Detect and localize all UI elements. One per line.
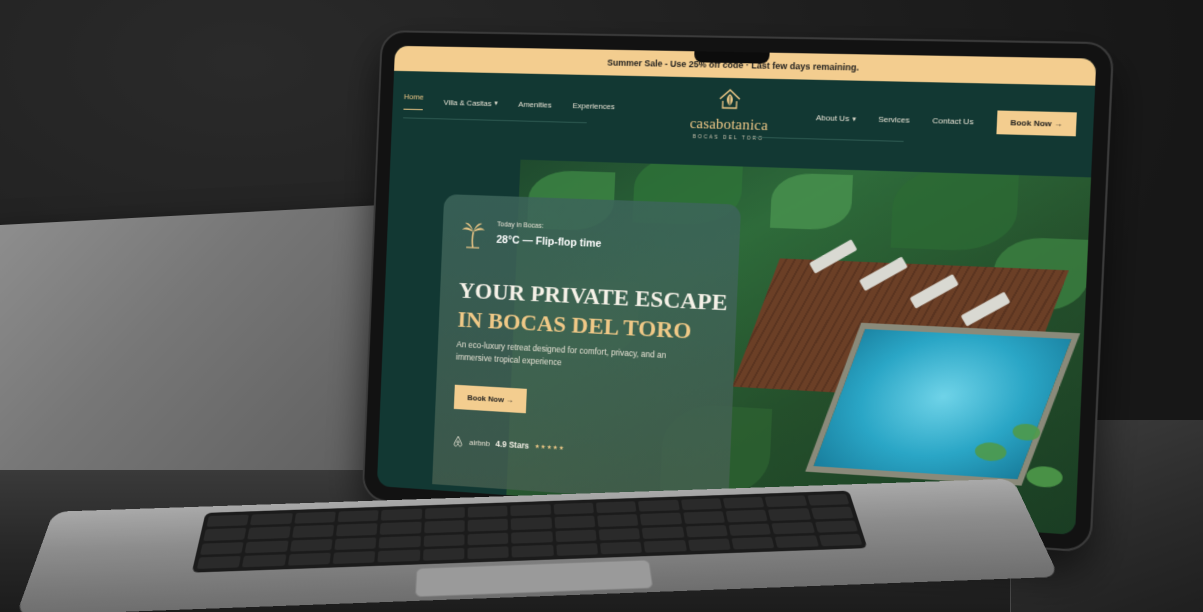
airbnb-icon <box>452 435 464 447</box>
nav-label: Services <box>878 114 910 125</box>
laptop-screen: Summer Sale - Use 25% off code · Last fe… <box>376 45 1097 535</box>
nav-divider <box>403 117 587 124</box>
laptop-lid: Summer Sale - Use 25% off code · Last fe… <box>361 30 1115 553</box>
nav-label: Experiences <box>572 100 615 111</box>
nav-label: Villa & Casitas <box>443 97 492 108</box>
hero-headline: YOUR PRIVATE ESCAPE IN BOCAS DEL TORO <box>457 276 728 348</box>
nav-item-villa-casitas[interactable]: Villa & Casitas ▾ <box>443 93 498 112</box>
nav-item-about-us[interactable]: About Us ▾ <box>816 113 856 123</box>
rating-value: 4.9 Stars <box>495 438 530 451</box>
house-leaf-icon <box>718 88 743 111</box>
palm-tree-icon <box>462 222 485 250</box>
site-logo[interactable]: casabotanica BOCAS DEL TORO <box>669 87 790 143</box>
rating-stars: ★★★★★ <box>534 443 565 452</box>
nav-label: Amenities <box>518 99 552 110</box>
nav-item-contact-us[interactable]: Contact Us <box>932 116 974 126</box>
nav-item-amenities[interactable]: Amenities <box>518 95 552 113</box>
hero-glass-card: Today in Bocas: 28°C — Flip-flop time YO… <box>432 194 742 505</box>
nav-item-experiences[interactable]: Experiences <box>572 96 615 115</box>
weather-label: Today in Bocas: <box>496 221 544 230</box>
keyboard <box>191 490 868 573</box>
nav-item-home[interactable]: Home <box>403 92 424 111</box>
chevron-down-icon: ▾ <box>852 115 856 123</box>
nav-right: About Us ▾ Services Contact Us Book Now … <box>815 106 1077 137</box>
trackpad <box>414 559 654 598</box>
logo-name: casabotanica <box>689 116 769 135</box>
camera-notch <box>693 50 770 64</box>
nav-label: Contact Us <box>932 116 974 127</box>
nav-left: Home Villa & Casitas ▾ Amenities Experie… <box>403 92 615 115</box>
book-now-button-header[interactable]: Book Now → <box>996 110 1077 137</box>
weather-widget: Today in Bocas: 28°C — Flip-flop time <box>461 220 603 255</box>
nav-label: Home <box>403 92 424 102</box>
chevron-down-icon: ▾ <box>494 100 498 108</box>
nav-label: About Us <box>815 113 850 124</box>
weather-value: 28°C — Flip-flop time <box>496 233 602 250</box>
hero-section: Today in Bocas: 28°C — Flip-flop time YO… <box>377 156 1092 535</box>
book-now-button-hero[interactable]: Book Now → <box>453 384 528 414</box>
nav-item-services[interactable]: Services <box>878 115 910 125</box>
rating-source: airbnb <box>469 437 491 448</box>
weather-text: Today in Bocas: 28°C — Flip-flop time <box>496 221 602 255</box>
rating-row: airbnb 4.9 Stars ★★★★★ <box>452 435 565 454</box>
